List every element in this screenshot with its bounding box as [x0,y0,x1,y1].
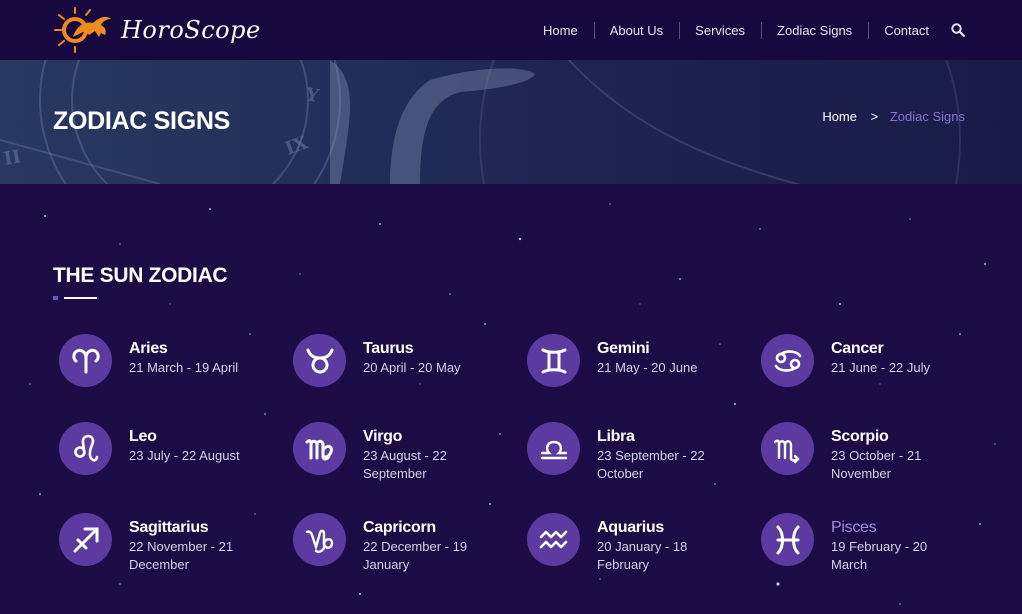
capricorn-logo-icon [54,7,111,53]
sign-dates: 22 November - 21 December [129,539,234,572]
sign-name: Aquarius [597,519,664,536]
capricorn-icon [305,529,333,553]
aquarius-icon [539,530,567,548]
sign-name: Sagittarius [129,519,209,536]
logo-text: HoroScope [121,16,261,44]
sign-card-aries[interactable]: Aries 21 March - 19 April [59,334,279,387]
breadcrumb-home[interactable]: Home [822,109,857,124]
sign-dates: 23 July - 22 August [129,448,240,463]
cancer-icon [774,349,801,372]
sign-name: Gemini [597,340,650,357]
sign-name: Leo [129,428,157,445]
sign-card-taurus[interactable]: Taurus 20 April - 20 May [293,334,513,387]
sign-card-aquarius[interactable]: Aquarius 20 January - 18 February [527,513,747,574]
section-title: THE SUN ZODIAC [53,264,228,287]
nav-contact[interactable]: Contact [868,21,945,39]
sign-dates: 21 May - 20 June [597,360,698,375]
sign-dates: 23 October - 21 November [831,448,922,481]
sign-name: Taurus [363,340,414,357]
breadcrumb-current: Zodiac Signs [889,109,965,124]
sign-icon-circle [293,513,346,566]
sign-card-libra[interactable]: Libra 23 September - 22 October [527,422,747,483]
sign-dates: 22 December - 19 January [363,539,468,572]
nav-services[interactable]: Services [679,21,761,39]
main-nav: Home About Us Services Zodiac Signs Cont… [527,0,965,60]
leo-icon [73,434,98,462]
title-underline [53,296,97,300]
sign-dates: 21 June - 22 July [831,360,931,375]
underline-dot [53,296,58,300]
sign-icon-circle [761,334,814,387]
sign-icon-circle [293,422,346,475]
sign-dates: 20 April - 20 May [363,360,461,375]
sign-icon-circle [761,513,814,566]
sign-dates: 19 February - 20 March [831,539,928,572]
underline-line [64,297,97,299]
libra-icon [540,440,567,459]
breadcrumb: Home > Zodiac Signs [822,109,965,124]
virgo-icon [305,438,333,460]
aries-icon [71,348,100,373]
sign-dates: 21 March - 19 April [129,360,239,375]
sign-name: Pisces [831,519,877,536]
main-content: THE SUN ZODIAC Aries 21 March - 19 April [0,184,1022,614]
sign-icon-circle [293,334,346,387]
scorpio-icon [773,439,800,463]
sign-name: Libra [597,428,635,445]
sign-name: Aries [129,340,168,357]
breadcrumb-separator: > [870,109,879,124]
sign-card-cancer[interactable]: Cancer 21 June - 22 July [761,334,981,387]
sign-icon-circle [59,513,112,566]
sign-icon-circle [527,334,580,387]
nav-zodiac-signs[interactable]: Zodiac Signs [761,21,868,39]
sign-name: Capricorn [363,519,436,536]
gemini-icon [541,348,566,373]
sign-card-capricorn[interactable]: Capricorn 22 December - 19 January [293,513,513,574]
sign-card-leo[interactable]: Leo 23 July - 22 August [59,422,279,475]
sign-icon-circle [527,422,580,475]
sign-card-sagittarius[interactable]: Sagittarius 22 November - 21 December [59,513,279,574]
sign-card-virgo[interactable]: Virgo 23 August - 22 September [293,422,513,483]
sign-card-scorpio[interactable]: Scorpio 23 October - 21 November [761,422,981,483]
site-logo[interactable]: HoroScope [53,6,261,54]
search-icon[interactable] [951,23,965,37]
page-banner: IX II Y ZODIAC SIGNS Home > Zodiac Signs [0,60,1022,184]
sign-icon-circle [59,334,112,387]
sign-card-gemini[interactable]: Gemini 21 May - 20 June [527,334,747,387]
taurus-icon [306,348,333,373]
sign-dates: 23 August - 22 September [363,448,447,481]
sign-dates: 20 January - 18 February [597,539,688,572]
sign-name: Scorpio [831,428,889,445]
nav-about-us[interactable]: About Us [593,21,679,39]
sign-icon-circle [59,422,112,475]
sign-name: Cancer [831,340,884,357]
sign-dates: 23 September - 22 October [597,448,705,481]
sign-card-pisces[interactable]: Pisces 19 February - 20 March [761,513,981,574]
page-title: ZODIAC SIGNS [53,107,230,135]
site-header: HoroScope Home About Us Services Zodiac … [0,0,1022,60]
pisces-icon [776,525,799,554]
sagittarius-icon [73,527,98,552]
sign-icon-circle [761,422,814,475]
sign-name: Virgo [363,428,403,445]
sign-icon-circle [527,513,580,566]
nav-home[interactable]: Home [527,23,594,38]
